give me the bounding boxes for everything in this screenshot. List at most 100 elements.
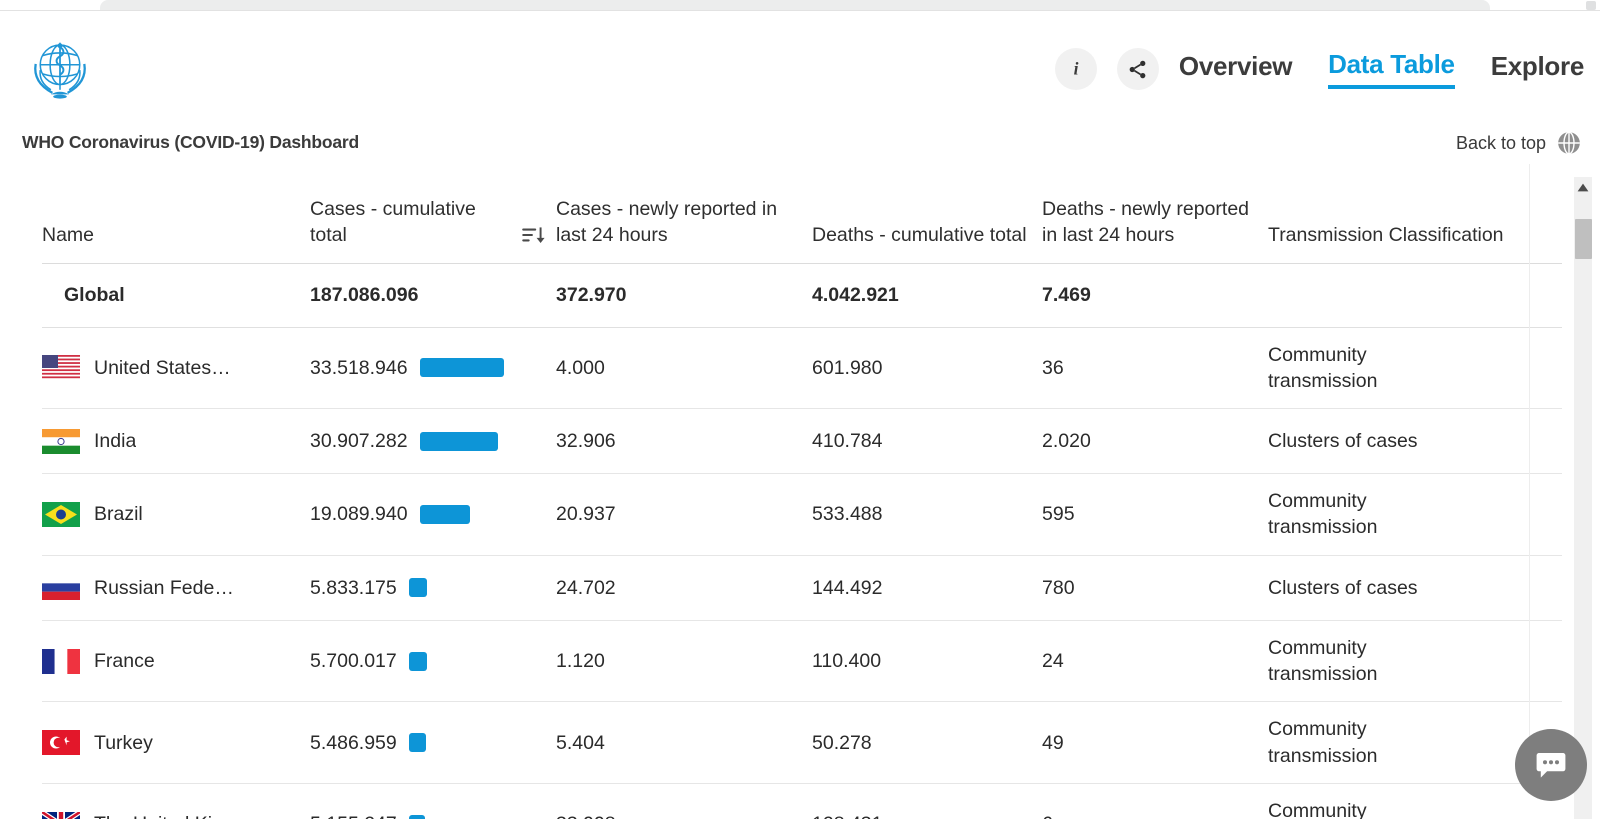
table-row[interactable]: United States… 33.518.946 4.000 601.980 36 Co… bbox=[42, 327, 1562, 410]
country-name-cell[interactable]: France bbox=[42, 620, 310, 703]
cases-cumulative-cell: 5.486.959 bbox=[310, 701, 556, 784]
flag-brazil bbox=[42, 501, 80, 527]
sort-descending-icon[interactable] bbox=[520, 222, 546, 248]
browser-corner-stub[interactable] bbox=[1586, 1, 1596, 10]
tab-overview[interactable]: Overview bbox=[1179, 51, 1293, 87]
transmission-cell: Community transmission bbox=[1268, 783, 1562, 819]
transmission-cell: Community transmission bbox=[1268, 473, 1562, 556]
country-name-cell[interactable]: The United Ki… bbox=[42, 783, 310, 819]
cases-new-24h-cell: 20.937 bbox=[556, 473, 812, 556]
data-table-container: Name Cases - cumulative total Cases - ne… bbox=[0, 163, 1600, 819]
cases-new-24h-cell: 4.000 bbox=[556, 327, 812, 410]
info-icon-button[interactable]: i bbox=[1054, 48, 1097, 90]
cases-cumulative-cell: 30.907.282 bbox=[310, 408, 556, 475]
deaths-cumulative-cell: 144.492 bbox=[812, 555, 1042, 621]
deaths-new-24h-cell: 24 bbox=[1042, 620, 1268, 703]
flag-united-kingdom bbox=[42, 811, 80, 819]
country-name-label: Turkey bbox=[94, 731, 153, 754]
cases-cumulative-cell: 5.700.017 bbox=[310, 620, 556, 703]
cases-cumulative-cell: 19.089.940 bbox=[310, 473, 556, 556]
share-icon bbox=[1130, 60, 1146, 78]
flag-turkey bbox=[42, 730, 80, 756]
global-name: Global bbox=[42, 263, 310, 328]
transmission-label: Clusters of cases bbox=[1268, 429, 1418, 452]
column-header-cases-cumulative-label: Cases - cumulative total bbox=[310, 197, 476, 247]
country-name-cell[interactable]: Turkey bbox=[42, 701, 310, 784]
country-name-cell[interactable]: United States… bbox=[42, 327, 310, 410]
cases-magnitude-bar bbox=[408, 578, 427, 598]
deaths-new-24h-cell: 49 bbox=[1042, 701, 1268, 784]
deaths-new-24h-cell: 595 bbox=[1042, 473, 1268, 556]
cases-cumulative-value: 5.155.247 bbox=[310, 811, 397, 819]
column-header-deaths-cumulative[interactable]: Deaths - cumulative total bbox=[812, 163, 1042, 264]
table-header-row: Name Cases - cumulative total Cases - ne… bbox=[42, 163, 1562, 264]
tab-explore[interactable]: Explore bbox=[1491, 51, 1585, 87]
country-name-label: Brazil bbox=[94, 503, 143, 526]
column-header-name[interactable]: Name bbox=[42, 163, 310, 264]
back-to-top[interactable]: Back to top bbox=[1456, 130, 1582, 156]
global-cases-cumulative[interactable]: 187.086.096 bbox=[310, 263, 556, 328]
covid-data-table: Name Cases - cumulative total Cases - ne… bbox=[42, 163, 1562, 819]
country-name-cell[interactable]: Brazil bbox=[42, 473, 310, 556]
cases-cumulative-value: 5.700.017 bbox=[310, 649, 397, 672]
deaths-cumulative-cell: 601.980 bbox=[812, 327, 1042, 410]
country-name-cell[interactable]: India bbox=[42, 408, 310, 475]
flag-united-states bbox=[42, 355, 80, 381]
scroll-up-arrow-icon[interactable] bbox=[1574, 177, 1592, 197]
column-header-deaths-new-24h[interactable]: Deaths - newly reported in last 24 hours bbox=[1042, 163, 1268, 264]
right-edge-rule bbox=[1529, 163, 1530, 763]
global-transmission bbox=[1268, 263, 1562, 328]
deaths-cumulative-cell: 110.400 bbox=[812, 620, 1042, 703]
transmission-label: Community transmission bbox=[1268, 800, 1367, 819]
deaths-new-24h-cell: 2.020 bbox=[1042, 408, 1268, 475]
table-row[interactable]: India 30.907.282 32.906 410.784 2.020 Cluster… bbox=[42, 408, 1562, 475]
column-header-cases-cumulative[interactable]: Cases - cumulative total bbox=[310, 163, 556, 264]
transmission-cell: Community transmission bbox=[1268, 620, 1562, 703]
share-icon-button[interactable] bbox=[1116, 48, 1159, 90]
page-title: WHO Coronavirus (COVID-19) Dashboard bbox=[22, 132, 360, 152]
header-nav: i Overview Data Table Explore bbox=[1054, 48, 1600, 90]
globe-icon[interactable] bbox=[1556, 130, 1582, 156]
cases-magnitude-bar bbox=[408, 814, 425, 819]
cases-magnitude-bar bbox=[408, 651, 427, 671]
transmission-label: Community transmission bbox=[1268, 343, 1378, 392]
transmission-label: Community transmission bbox=[1268, 718, 1378, 767]
dashboard-header: WHO Coronavirus (COVID-19) Dashboard i O… bbox=[0, 12, 1600, 164]
column-header-transmission-classification[interactable]: Transmission Classification bbox=[1268, 163, 1562, 264]
country-name-label: The United Ki… bbox=[94, 811, 232, 819]
cases-magnitude-bar bbox=[419, 504, 470, 524]
global-deaths-cumulative: 4.042.921 bbox=[812, 263, 1042, 328]
cases-new-24h-cell: 1.120 bbox=[556, 620, 812, 703]
country-name-label: France bbox=[94, 649, 155, 672]
cases-new-24h-cell: 24.702 bbox=[556, 555, 812, 621]
table-row[interactable]: Russian Fede… 5.833.175 24.702 144.492 780 Cl… bbox=[42, 555, 1562, 621]
transmission-label: Community transmission bbox=[1268, 490, 1378, 539]
cases-magnitude-bar bbox=[419, 431, 498, 451]
table-scrollbar[interactable] bbox=[1574, 177, 1592, 819]
chat-bubble-button[interactable] bbox=[1515, 729, 1587, 801]
tab-data-table[interactable]: Data Table bbox=[1328, 49, 1455, 89]
table-row-global[interactable]: Global 187.086.096 372.970 4.042.921 7.4… bbox=[42, 263, 1562, 328]
table-row[interactable]: Turkey 5.486.959 5.404 50.278 49 Community tr… bbox=[42, 701, 1562, 784]
table-row[interactable]: Brazil 19.089.940 20.937 533.488 595 Communit… bbox=[42, 473, 1562, 556]
cases-cumulative-cell: 33.518.946 bbox=[310, 327, 556, 410]
cases-new-24h-cell: 5.404 bbox=[556, 701, 812, 784]
flag-russia bbox=[42, 575, 80, 601]
country-name-label: India bbox=[94, 429, 137, 452]
scrollbar-thumb[interactable] bbox=[1575, 219, 1592, 259]
table-row[interactable]: The United Ki… 5.155.247 33.998128.4316Com… bbox=[42, 783, 1562, 819]
cases-cumulative-cell: 5.833.175 bbox=[310, 555, 556, 621]
transmission-cell: Clusters of cases bbox=[1268, 555, 1562, 621]
browser-tab-stub[interactable] bbox=[100, 0, 1490, 10]
cases-cumulative-value: 30.907.282 bbox=[310, 429, 408, 452]
cases-new-24h-cell: 33.998 bbox=[556, 783, 812, 819]
flag-india bbox=[42, 428, 80, 454]
country-name-cell[interactable]: Russian Fede… bbox=[42, 555, 310, 621]
info-icon: i bbox=[1074, 59, 1079, 79]
transmission-label: Clusters of cases bbox=[1268, 576, 1418, 599]
table-row[interactable]: France 5.700.017 1.120 110.400 24 Community t… bbox=[42, 620, 1562, 703]
back-to-top-label[interactable]: Back to top bbox=[1456, 133, 1546, 154]
who-emblem-logo bbox=[22, 29, 98, 105]
column-header-cases-new-24h[interactable]: Cases - newly reported in last 24 hours bbox=[556, 163, 812, 264]
deaths-new-24h-cell: 780 bbox=[1042, 555, 1268, 621]
